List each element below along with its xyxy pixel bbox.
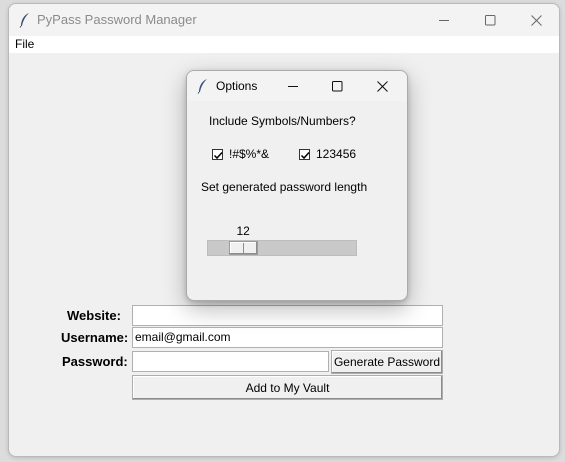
generate-password-button[interactable]: Generate Password bbox=[331, 350, 443, 374]
length-scale[interactable] bbox=[207, 240, 357, 256]
options-dialog: Options Include Symbols/Numbers? !#$%*& … bbox=[186, 70, 408, 301]
username-label: Username: bbox=[61, 330, 129, 345]
add-to-vault-button[interactable]: Add to My Vault bbox=[132, 375, 443, 400]
length-label: Set generated password length bbox=[201, 180, 368, 194]
maximize-icon bbox=[484, 14, 496, 26]
feather-icon bbox=[19, 12, 31, 28]
menubar: File bbox=[9, 36, 559, 53]
username-input[interactable]: email@gmail.com bbox=[132, 327, 443, 348]
password-label: Password: bbox=[62, 354, 128, 369]
website-input[interactable] bbox=[132, 305, 443, 326]
minimize-button[interactable] bbox=[421, 4, 467, 36]
minimize-icon bbox=[438, 15, 450, 26]
maximize-icon bbox=[331, 80, 343, 92]
close-icon bbox=[530, 14, 542, 26]
length-scale-slider[interactable] bbox=[229, 241, 258, 255]
main-titlebar: PyPass Password Manager bbox=[9, 4, 559, 36]
feather-icon bbox=[197, 78, 209, 98]
window-title: PyPass Password Manager bbox=[37, 12, 197, 27]
options-minimize-button[interactable] bbox=[271, 71, 315, 101]
options-maximize-button[interactable] bbox=[315, 71, 359, 101]
maximize-button[interactable] bbox=[467, 4, 513, 36]
website-label: Website: bbox=[67, 308, 121, 323]
password-input[interactable] bbox=[132, 351, 329, 372]
options-titlebar: Options bbox=[187, 71, 407, 101]
checkmark-icon bbox=[213, 151, 223, 160]
minimize-icon bbox=[287, 81, 299, 92]
numbers-checkbox-label[interactable]: 123456 bbox=[316, 147, 356, 161]
close-icon bbox=[376, 80, 388, 92]
options-close-button[interactable] bbox=[360, 71, 404, 101]
symbols-checkbox-label[interactable]: !#$%*& bbox=[229, 147, 269, 161]
include-label: Include Symbols/Numbers? bbox=[209, 114, 356, 128]
menu-file[interactable]: File bbox=[15, 37, 34, 51]
checkmark-icon bbox=[300, 151, 310, 160]
numbers-checkbox[interactable] bbox=[299, 149, 310, 160]
symbols-checkbox[interactable] bbox=[212, 149, 223, 160]
close-button[interactable] bbox=[513, 4, 559, 36]
length-scale-value: 12 bbox=[236, 224, 250, 238]
options-title: Options bbox=[216, 79, 258, 93]
